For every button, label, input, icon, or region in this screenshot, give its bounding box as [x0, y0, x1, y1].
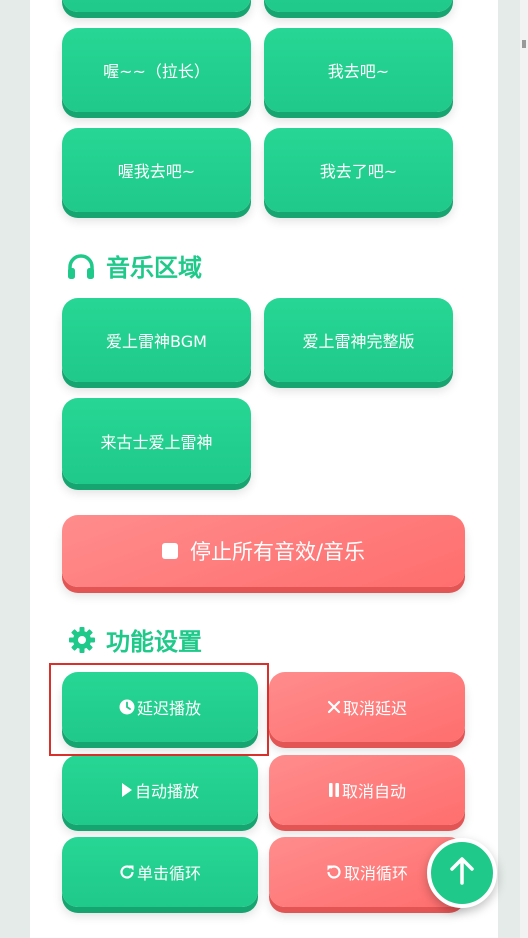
voice-button-label: 我去了吧~	[319, 162, 398, 181]
play-icon	[121, 782, 133, 798]
voice-button-label: 我去吧~	[327, 62, 390, 81]
music-section-title-text: 音乐区域	[106, 254, 202, 282]
music-button-label: 爱上雷神完整版	[302, 332, 415, 351]
cancel-auto-button[interactable]: 取消自动	[269, 755, 465, 825]
voice-button-top-right[interactable]	[264, 0, 453, 12]
back-to-top-button[interactable]	[427, 838, 497, 908]
auto-play-label: 自动播放	[134, 782, 199, 801]
settings-section-title: 功能设置	[68, 622, 202, 657]
cancel-loop-label: 取消循环	[343, 864, 408, 883]
music-button[interactable]: 爱上雷神BGM	[62, 298, 251, 382]
single-loop-button[interactable]: 单击循环	[62, 837, 258, 907]
delay-play-button[interactable]: 延迟播放	[62, 672, 258, 742]
cancel-delay-button[interactable]: 取消延迟	[269, 672, 465, 742]
arrow-up-icon	[448, 856, 476, 890]
voice-button-label: 喔我去吧~	[117, 162, 196, 181]
pause-icon	[328, 782, 340, 798]
voice-button-top-left[interactable]	[62, 0, 251, 12]
stop-square-icon	[161, 543, 178, 559]
scrollbar-thumb[interactable]	[522, 40, 526, 48]
voice-button[interactable]: 喔~~（拉长）	[62, 28, 251, 112]
music-button[interactable]: 爱上雷神完整版	[264, 298, 453, 382]
redo-icon	[119, 864, 135, 880]
headphones-icon	[66, 252, 96, 280]
stop-all-button[interactable]: 停止所有音效/音乐	[62, 515, 465, 587]
auto-play-button[interactable]: 自动播放	[62, 755, 258, 825]
cancel-delay-label: 取消延迟	[342, 699, 407, 718]
gear-icon	[68, 626, 96, 654]
single-loop-label: 单击循环	[136, 864, 201, 883]
clock-icon	[119, 699, 135, 715]
scrollbar-track[interactable]	[520, 0, 528, 938]
cancel-auto-label: 取消自动	[341, 782, 406, 801]
stop-all-label: 停止所有音效/音乐	[189, 540, 366, 564]
undo-icon	[326, 864, 342, 880]
settings-section-title-text: 功能设置	[106, 628, 202, 656]
close-icon	[327, 700, 341, 714]
music-button-label: 来古士爱上雷神	[100, 433, 213, 452]
music-button-label: 爱上雷神BGM	[106, 332, 207, 351]
voice-button[interactable]: 我去了吧~	[264, 128, 453, 212]
voice-button[interactable]: 喔我去吧~	[62, 128, 251, 212]
music-button[interactable]: 来古士爱上雷神	[62, 398, 251, 484]
voice-button[interactable]: 我去吧~	[264, 28, 453, 112]
voice-button-label: 喔~~（拉长）	[103, 62, 210, 81]
delay-play-label: 延迟播放	[136, 699, 201, 718]
music-section-title: 音乐区域	[66, 248, 202, 283]
